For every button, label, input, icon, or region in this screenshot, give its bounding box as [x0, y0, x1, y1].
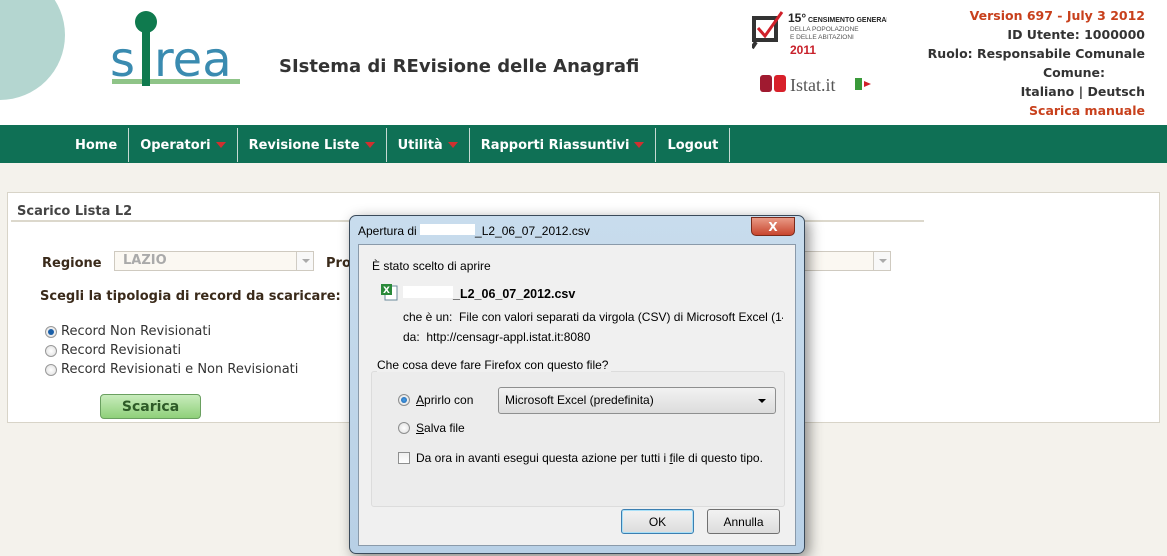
question-label: Che cosa deve fare Firefox con questo fi…	[377, 358, 612, 372]
radio-button[interactable]	[45, 363, 57, 376]
census-line2: DELLA POPOLAZIONE	[790, 26, 859, 33]
lang-deutsch-link[interactable]: Deutsch	[1088, 84, 1145, 99]
close-icon[interactable]: X	[751, 217, 795, 236]
open-with-label[interactable]: Aprirlo con	[416, 393, 473, 407]
download-manual-link[interactable]: Scarica manuale	[928, 101, 1145, 120]
file-type-row: che è un: File con valori separati da vi…	[403, 310, 783, 324]
save-file-radio[interactable]	[398, 422, 410, 434]
file-name: _L2_06_07_2012.csv	[403, 286, 575, 301]
user-info: Version 697 - July 3 2012 ID Utente: 100…	[928, 6, 1145, 120]
file-source-row: da: http://censagr-appl.istat.it:8080	[403, 330, 590, 344]
nav-logout[interactable]: Logout	[656, 128, 731, 162]
svg-text:rea: rea	[154, 32, 232, 88]
nav-operatori[interactable]: Operatori	[129, 128, 238, 162]
record-option-label: Record Non Revisionati	[61, 324, 212, 339]
cancel-button[interactable]: Annulla	[707, 509, 780, 534]
chevron-down-icon	[873, 252, 890, 270]
panel-title: Scarico Lista L2	[17, 204, 133, 219]
radio-button[interactable]	[45, 344, 57, 357]
file-source-value: http://censagr-appl.istat.it:8080	[426, 330, 591, 344]
svg-text:X: X	[383, 286, 390, 296]
excel-file-icon: X	[381, 284, 398, 301]
nav-operatori-label: Operatori	[140, 137, 211, 153]
decorative-circle	[0, 0, 65, 100]
main-navbar: Home Operatori Revisione Liste Utilità R…	[0, 125, 1167, 163]
regione-label: Regione	[42, 256, 102, 271]
dialog-title-prefix: Apertura di	[358, 224, 417, 238]
open-with-app-select[interactable]: Microsoft Excel (predefinita)	[498, 387, 776, 414]
census-2011-logo: 15° CENSIMENTO GENERALE DELLA POPOLAZION…	[752, 11, 887, 57]
nav-home-label: Home	[75, 137, 118, 153]
provincia-select[interactable]	[798, 251, 891, 271]
istat-logo[interactable]: Istat.it	[760, 72, 880, 96]
user-role: Ruolo: Responsabile Comunale	[927, 46, 1145, 61]
action-groupbox: Aprirlo con Microsoft Excel (predefinita…	[371, 371, 785, 507]
nav-revisione-liste-label: Revisione Liste	[248, 137, 360, 153]
remember-checkbox[interactable]	[398, 452, 410, 464]
record-option-non-revisionati[interactable]: Record Non Revisionati	[45, 324, 211, 339]
provincia-label: Pro	[326, 256, 351, 271]
lang-italiano-link[interactable]: Italiano	[1021, 84, 1075, 99]
nav-utilita[interactable]: Utilità	[387, 128, 470, 162]
lang-separator: |	[1078, 84, 1084, 99]
regione-select[interactable]: LAZIO	[114, 251, 314, 271]
open-with-radio[interactable]	[398, 394, 410, 406]
open-with-app-value: Microsoft Excel (predefinita)	[505, 393, 654, 407]
save-file-label[interactable]: Salva file	[416, 421, 465, 435]
dialog-title-filename: _L2_06_07_2012.csv	[475, 224, 590, 238]
scarica-button[interactable]: Scarica	[100, 394, 201, 419]
nav-rapporti-riassuntivi[interactable]: Rapporti Riassuntivi	[470, 128, 657, 162]
nav-logout-label: Logout	[667, 137, 719, 153]
record-option-label: Record Revisionati e Non Revisionati	[61, 362, 299, 377]
caret-down-icon	[364, 142, 375, 148]
file-open-dialog: Apertura di _L2_06_07_2012.csv X È stato…	[349, 215, 805, 554]
version-text: Version 697 - July 3 2012	[969, 8, 1145, 23]
caret-down-icon	[215, 142, 226, 148]
nav-home[interactable]: Home	[64, 128, 130, 162]
file-type-value: File con valori separati da virgola (CSV…	[459, 310, 783, 324]
file-source-label: da:	[403, 330, 420, 344]
record-option-label: Record Revisionati	[61, 343, 182, 358]
user-id: ID Utente: 1000000	[1007, 27, 1145, 42]
chevron-down-icon	[296, 252, 313, 270]
sirea-logo[interactable]: s rea	[110, 8, 245, 93]
svg-text:s: s	[110, 32, 135, 88]
file-type-label: che è un:	[403, 310, 453, 324]
page-header: s rea SIstema di REvisione delle Anagraf…	[0, 0, 1167, 125]
remember-label[interactable]: Da ora in avanti esegui questa azione pe…	[416, 451, 763, 465]
app-title: SIstema di REvisione delle Anagrafi	[279, 56, 640, 77]
file-name-text: _L2_06_07_2012.csv	[453, 287, 576, 301]
dialog-body: È stato scelto di aprire X _L2_06_07_201…	[358, 244, 796, 546]
census-number: 15°	[788, 11, 806, 25]
nav-revisione-liste[interactable]: Revisione Liste	[238, 128, 387, 162]
dialog-title: Apertura di _L2_06_07_2012.csv	[358, 224, 590, 238]
chosen-label: È stato scelto di aprire	[372, 259, 491, 273]
ok-button[interactable]: OK	[621, 509, 694, 534]
record-option-all[interactable]: Record Revisionati e Non Revisionati	[45, 362, 298, 377]
census-year: 2011	[790, 43, 816, 57]
nav-utilita-label: Utilità	[397, 137, 443, 153]
record-option-revisionati[interactable]: Record Revisionati	[45, 343, 181, 358]
radio-button[interactable]	[45, 325, 57, 338]
nav-rapporti-label: Rapporti Riassuntivi	[480, 137, 630, 153]
caret-down-icon	[447, 142, 458, 148]
census-line3: E DELLE ABITAZIONI	[790, 34, 854, 41]
redacted-text	[420, 224, 476, 235]
regione-value: LAZIO	[123, 253, 167, 268]
comune-label: Comune:	[1042, 65, 1105, 80]
census-title: CENSIMENTO GENERALE	[808, 17, 887, 24]
record-type-label: Scegli la tipologia di record da scarica…	[40, 289, 341, 304]
istat-text: Istat.it	[790, 75, 836, 95]
caret-down-icon	[634, 142, 645, 148]
redacted-text	[403, 286, 453, 298]
